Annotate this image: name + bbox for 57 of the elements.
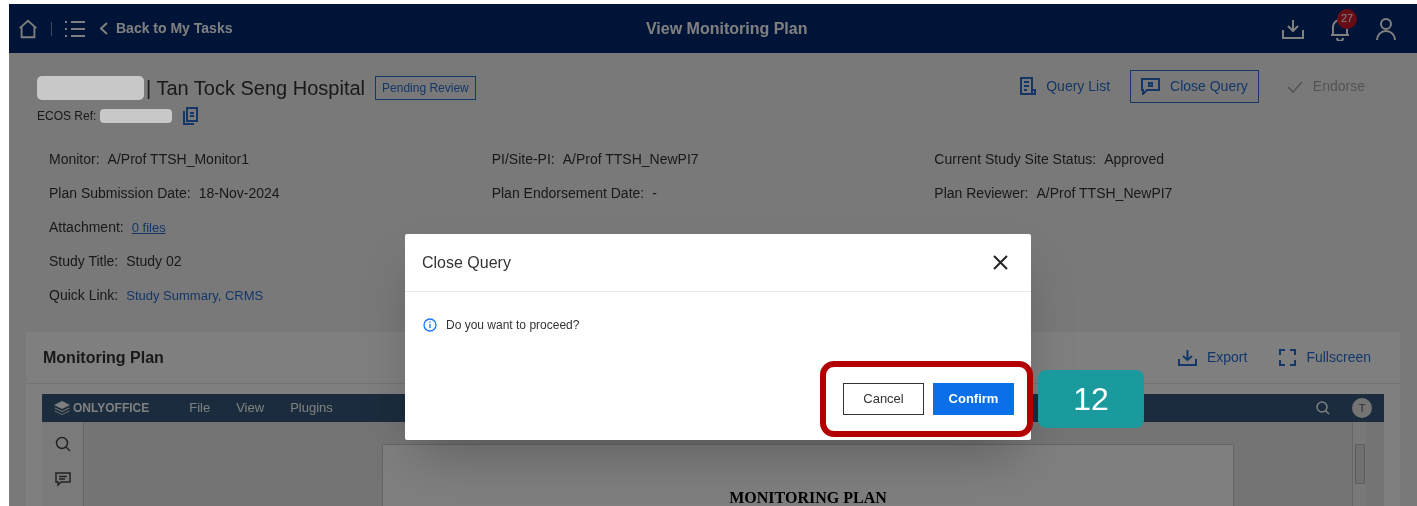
query-list-link[interactable]: Query List: [1016, 70, 1115, 102]
panel-action-button[interactable]: Export: [1177, 347, 1248, 368]
comment-icon[interactable]: [54, 472, 71, 487]
field-label: Quick Link:: [49, 286, 119, 305]
field-label: Plan Endorsement Date:: [491, 184, 645, 203]
chevron-left-icon: [100, 22, 108, 35]
panel-title: Monitoring Plan: [43, 347, 164, 368]
field-value: Approved: [1104, 150, 1165, 169]
copy-icon[interactable]: [182, 107, 199, 125]
field-label: PI/Site-PI:: [491, 150, 555, 169]
document-heading: MONITORING PLAN: [729, 489, 887, 506]
download-icon[interactable]: [1281, 17, 1305, 40]
panel-action-button[interactable]: Fullscreen: [1279, 347, 1371, 368]
export-icon: [1177, 349, 1197, 366]
field-label: Current Study Site Status:: [934, 150, 1097, 169]
field-label: Plan Submission Date:: [49, 184, 191, 203]
confirm-button[interactable]: Confirm: [933, 383, 1014, 415]
user-avatar[interactable]: T: [1352, 398, 1372, 418]
field-value: 18-Nov-2024: [198, 184, 280, 203]
field-label: Attachment:: [49, 218, 124, 237]
field-value: Study 02: [126, 252, 182, 271]
comment-icon: [1141, 78, 1161, 95]
dialog-title: Close Query: [422, 252, 512, 273]
field-value: A/Prof TTSH_NewPI7: [562, 150, 699, 169]
field-label: Monitor:: [49, 150, 100, 169]
field-link[interactable]: Study Summary, CRMS: [126, 285, 264, 306]
action-button[interactable]: Close Query: [1130, 70, 1259, 103]
study-site-title: | Tan Tock Seng Hospital: [146, 76, 366, 100]
document-icon: [1020, 77, 1037, 95]
step-badge: 12: [1038, 370, 1144, 428]
search-icon[interactable]: [1316, 401, 1330, 415]
notification-badge: 27: [1337, 8, 1357, 29]
editor-brand: ONLYOFFICE: [73, 400, 150, 417]
ref-label: ECOS Ref:: [37, 108, 97, 125]
field-label: Plan Reviewer:: [934, 184, 1029, 203]
page-title: View Monitoring Plan: [646, 18, 808, 39]
menu-icon[interactable]: [64, 19, 86, 38]
menu-item[interactable]: File: [189, 398, 211, 418]
dialog-message: Do you want to proceed?: [446, 317, 580, 334]
menu-item[interactable]: View: [236, 398, 265, 418]
close-icon[interactable]: [993, 255, 1008, 270]
home-icon[interactable]: [17, 17, 39, 40]
field-value: A/Prof TTSH_Monitor1: [107, 150, 249, 169]
status-badge: Pending Review: [375, 76, 476, 100]
back-link[interactable]: Back to My Tasks: [100, 18, 233, 39]
field-link[interactable]: 0 files: [131, 217, 166, 238]
field-value: -: [652, 184, 657, 203]
fullscreen-icon: [1279, 349, 1297, 366]
field-value: A/Prof TTSH_NewPI7: [1036, 184, 1173, 203]
info-icon: [423, 318, 437, 332]
search-icon[interactable]: [54, 436, 71, 452]
user-icon[interactable]: [1375, 16, 1397, 41]
layers-icon: [54, 401, 70, 415]
scrollbar[interactable]: [1352, 422, 1366, 506]
field-label: Study Title:: [49, 252, 119, 271]
menu-item[interactable]: Plugins: [290, 398, 333, 418]
cancel-button[interactable]: Cancel: [843, 383, 924, 415]
